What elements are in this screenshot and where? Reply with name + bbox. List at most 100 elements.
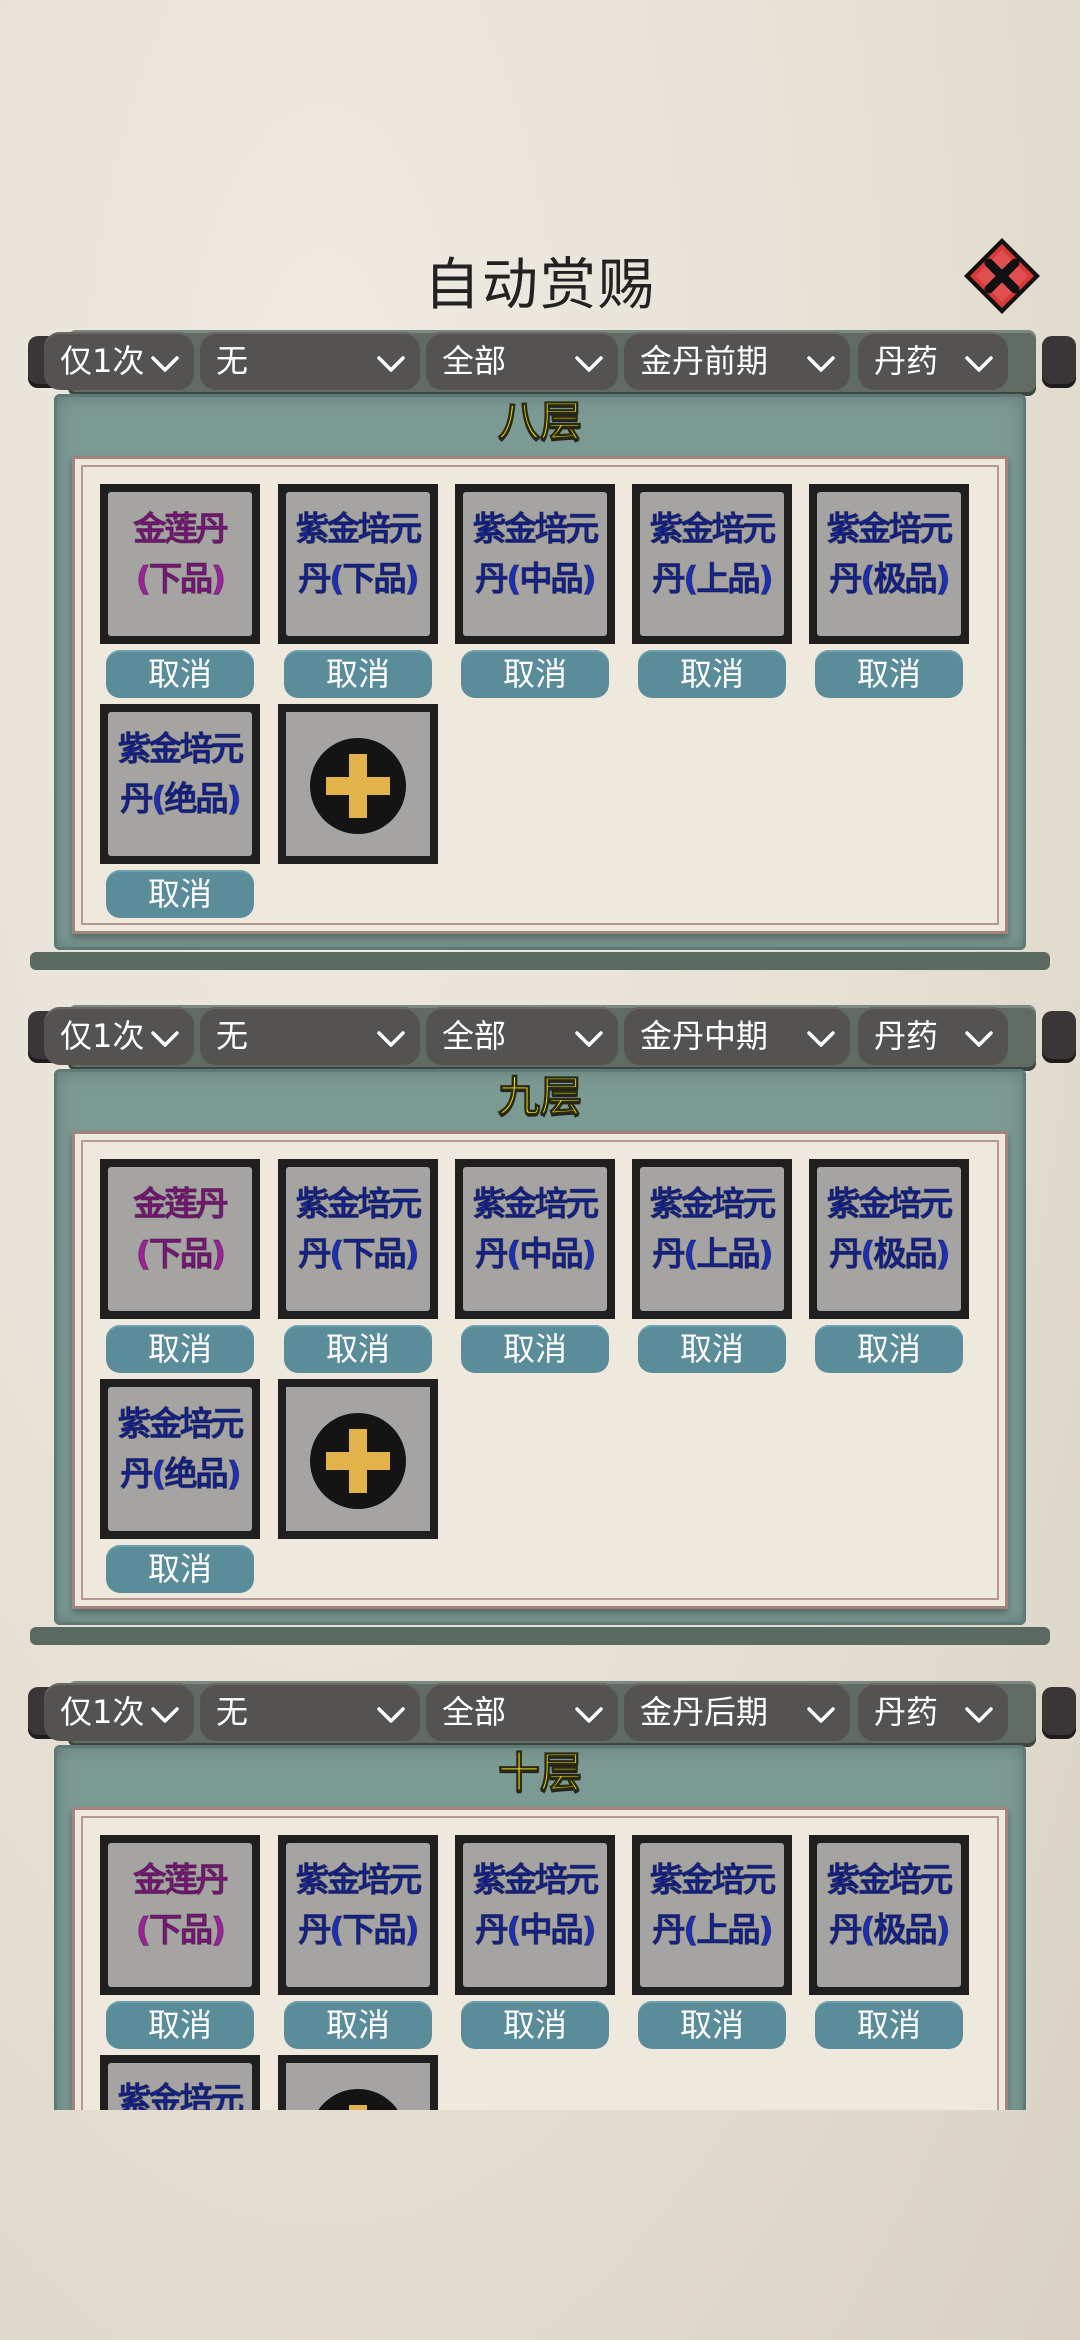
category-dropdown[interactable]: 丹药 — [858, 1007, 1008, 1065]
category-dropdown[interactable]: 丹药 — [858, 332, 1008, 390]
cancel-button[interactable]: 取消 — [461, 2001, 609, 2049]
filter-bar: 仅1次 无 全部 金丹后期 丹药 — [28, 1673, 1076, 1755]
dropdown-value: 全部 — [442, 1693, 507, 1731]
frequency-dropdown[interactable]: 仅1次 — [44, 1007, 194, 1065]
reward-item[interactable]: 紫金培元丹(绝品) — [100, 2055, 260, 2110]
cancel-button[interactable]: 取消 — [106, 2001, 254, 2049]
floor-label: 八层 — [497, 397, 582, 447]
item-name-line-1: 紫金培元 — [473, 1860, 600, 1900]
floor-label: 九层 — [497, 1072, 582, 1122]
reward-item[interactable]: 紫金培元丹(极品) — [809, 1159, 969, 1319]
realm-dropdown[interactable]: 金丹前期 — [624, 332, 850, 390]
reward-item[interactable]: 紫金培元 丹(极品) — [809, 484, 969, 644]
item-name-line-1: 紫金培元 — [296, 1860, 423, 1900]
reward-item[interactable]: 紫金培元丹(中品) — [455, 1835, 615, 1995]
item-name-line-2: 丹(中品) — [475, 1234, 597, 1274]
add-item-button[interactable] — [278, 2055, 438, 2110]
item-name-line-1: 紫金培元 — [650, 509, 777, 549]
chevron-down-icon — [376, 1017, 406, 1053]
realm-dropdown[interactable]: 金丹中期 — [624, 1007, 850, 1065]
dropdown-value: 丹药 — [874, 342, 939, 380]
item-name-line-2: 丹(极品) — [829, 1234, 951, 1274]
reward-item[interactable]: 紫金培元丹(中品) — [455, 1159, 615, 1319]
item-name-line-1: 紫金培元 — [650, 1184, 777, 1224]
item-name-line-2: 丹(极品) — [829, 559, 951, 599]
item-name-line-2: 丹(中品) — [475, 559, 597, 599]
filter-bar: 仅1次 无 全部 金丹中期 丹药 — [28, 997, 1076, 1079]
item-name-line-1: 金莲丹 — [133, 509, 229, 549]
reward-section-1: 仅1次无全部 金丹前期 丹药 八层 金莲丹 (下品) 取消 紫金培元 丹(下品) 取消 紫金培元 丹(… — [0, 0, 1080, 970]
item-name-line-1: 紫金培元 — [827, 1184, 954, 1224]
item-name-line-1: 紫金培元 — [827, 1860, 954, 1900]
reward-item[interactable]: 紫金培元 丹(下品) — [278, 1835, 438, 1995]
reward-item[interactable]: 金莲丹 (下品) — [100, 1835, 260, 1995]
item-name-line-1: 紫金培元 — [473, 1184, 600, 1224]
item-name-line-1: 紫金培元 — [118, 2080, 245, 2111]
cancel-button[interactable]: 取消 — [284, 2001, 432, 2049]
scroll-viewport[interactable]: 仅1次无全部 金丹前期 丹药 八层 金莲丹 (下品) 取消 紫金培元 丹(下品) 取消 紫金培元 丹(… — [0, 0, 1080, 2110]
item-name: 紫金培元丹(上品) — [632, 1855, 792, 1955]
item-name-line-1: 金莲丹 — [133, 1184, 229, 1224]
item-name: 紫金培元 丹(下品) — [278, 1179, 438, 1279]
category-dropdown[interactable]: 丹药 — [858, 1683, 1008, 1741]
dropdown-value: 全部 — [442, 342, 507, 380]
reward-item[interactable]: 紫金培元 丹(上品) — [632, 1159, 792, 1319]
chevron-down-icon — [806, 1693, 836, 1729]
chevron-down-icon — [376, 342, 406, 378]
reward-section-3: 仅1次无全部 金丹后期 丹药 十层 金莲丹 (下品) 取消 紫金培元 丹(下品) 取消 紫金培元 丹(… — [0, 1351, 1080, 2110]
reward-item[interactable]: 紫金培元 丹(中品) — [455, 484, 615, 644]
item-name-line-2: 丹(上品) — [652, 1910, 774, 1950]
reward-item[interactable]: 紫金培元丹(上品) — [632, 1835, 792, 1995]
chevron-down-icon — [150, 342, 180, 378]
item-name: 紫金培元 丹(下品) — [278, 504, 438, 604]
scope-dropdown[interactable]: 全部 — [426, 332, 618, 390]
condition-dropdown[interactable]: 无 — [200, 1007, 420, 1065]
condition-dropdown[interactable]: 无 — [200, 1683, 420, 1741]
scroll-rod-knob-right — [1042, 336, 1076, 388]
chevron-down-icon — [964, 342, 994, 378]
frequency-dropdown[interactable]: 仅1次 — [44, 1683, 194, 1741]
reward-item[interactable]: 金莲丹 (下品) — [100, 1159, 260, 1319]
dropdown-value: 全部 — [442, 1017, 507, 1055]
item-name: 金莲丹 (下品) — [100, 1179, 260, 1279]
cancel-button[interactable]: 取消 — [638, 2001, 786, 2049]
item-name: 金莲丹 (下品) — [100, 504, 260, 604]
item-name: 紫金培元丹(绝品) — [100, 2075, 260, 2111]
scroll-rod-knob-right — [1042, 1687, 1076, 1739]
reward-item[interactable]: 紫金培元丹(上品) — [632, 484, 792, 644]
reward-item[interactable]: 紫金培元 丹(极品) — [809, 1835, 969, 1995]
cancel-button[interactable]: 取消 — [815, 2001, 963, 2049]
item-name-line-2: 丹(上品) — [652, 559, 774, 599]
dropdown-value: 无 — [216, 1693, 249, 1731]
chevron-down-icon — [574, 1017, 604, 1053]
scope-dropdown[interactable]: 全部 — [426, 1683, 618, 1741]
dropdown-value: 无 — [216, 342, 249, 380]
reward-item[interactable]: 紫金培元 丹(下品) — [278, 1159, 438, 1319]
plus-vertical — [349, 2105, 367, 2110]
frequency-dropdown[interactable]: 仅1次 — [44, 332, 194, 390]
chevron-down-icon — [574, 342, 604, 378]
item-name: 紫金培元 丹(上品) — [632, 1179, 792, 1279]
chevron-down-icon — [806, 1017, 836, 1053]
item-name-line-1: 紫金培元 — [296, 1184, 423, 1224]
item-name: 紫金培元丹(中品) — [455, 1179, 615, 1279]
reward-item[interactable]: 紫金培元 丹(下品) — [278, 484, 438, 644]
realm-dropdown[interactable]: 金丹后期 — [624, 1683, 850, 1741]
item-name: 紫金培元 丹(中品) — [455, 504, 615, 604]
item-name-line-1: 紫金培元 — [650, 1860, 777, 1900]
reward-item[interactable]: 金莲丹 (下品) — [100, 484, 260, 644]
item-name: 金莲丹 (下品) — [100, 1855, 260, 1955]
item-name: 紫金培元丹(极品) — [809, 1179, 969, 1279]
scope-dropdown[interactable]: 全部 — [426, 1007, 618, 1065]
reward-section-2: 仅1次无全部 金丹中期 丹药 九层 金莲丹 (下品) 取消 紫金培元 丹(下品) 取消 紫金培元 丹(… — [0, 675, 1080, 1645]
dropdown-value: 丹药 — [874, 1693, 939, 1731]
item-name-line-2: 丹(中品) — [475, 1910, 597, 1950]
item-name-line-1: 金莲丹 — [133, 1860, 229, 1900]
chevron-down-icon — [150, 1693, 180, 1729]
item-name-line-2: (下品) — [135, 559, 226, 599]
chevron-down-icon — [150, 1017, 180, 1053]
condition-dropdown[interactable]: 无 — [200, 332, 420, 390]
filter-bar: 仅1次 无 全部 金丹前期 丹药 — [28, 322, 1076, 404]
dropdown-value: 丹药 — [874, 1017, 939, 1055]
item-name-line-2: (下品) — [135, 1234, 226, 1274]
